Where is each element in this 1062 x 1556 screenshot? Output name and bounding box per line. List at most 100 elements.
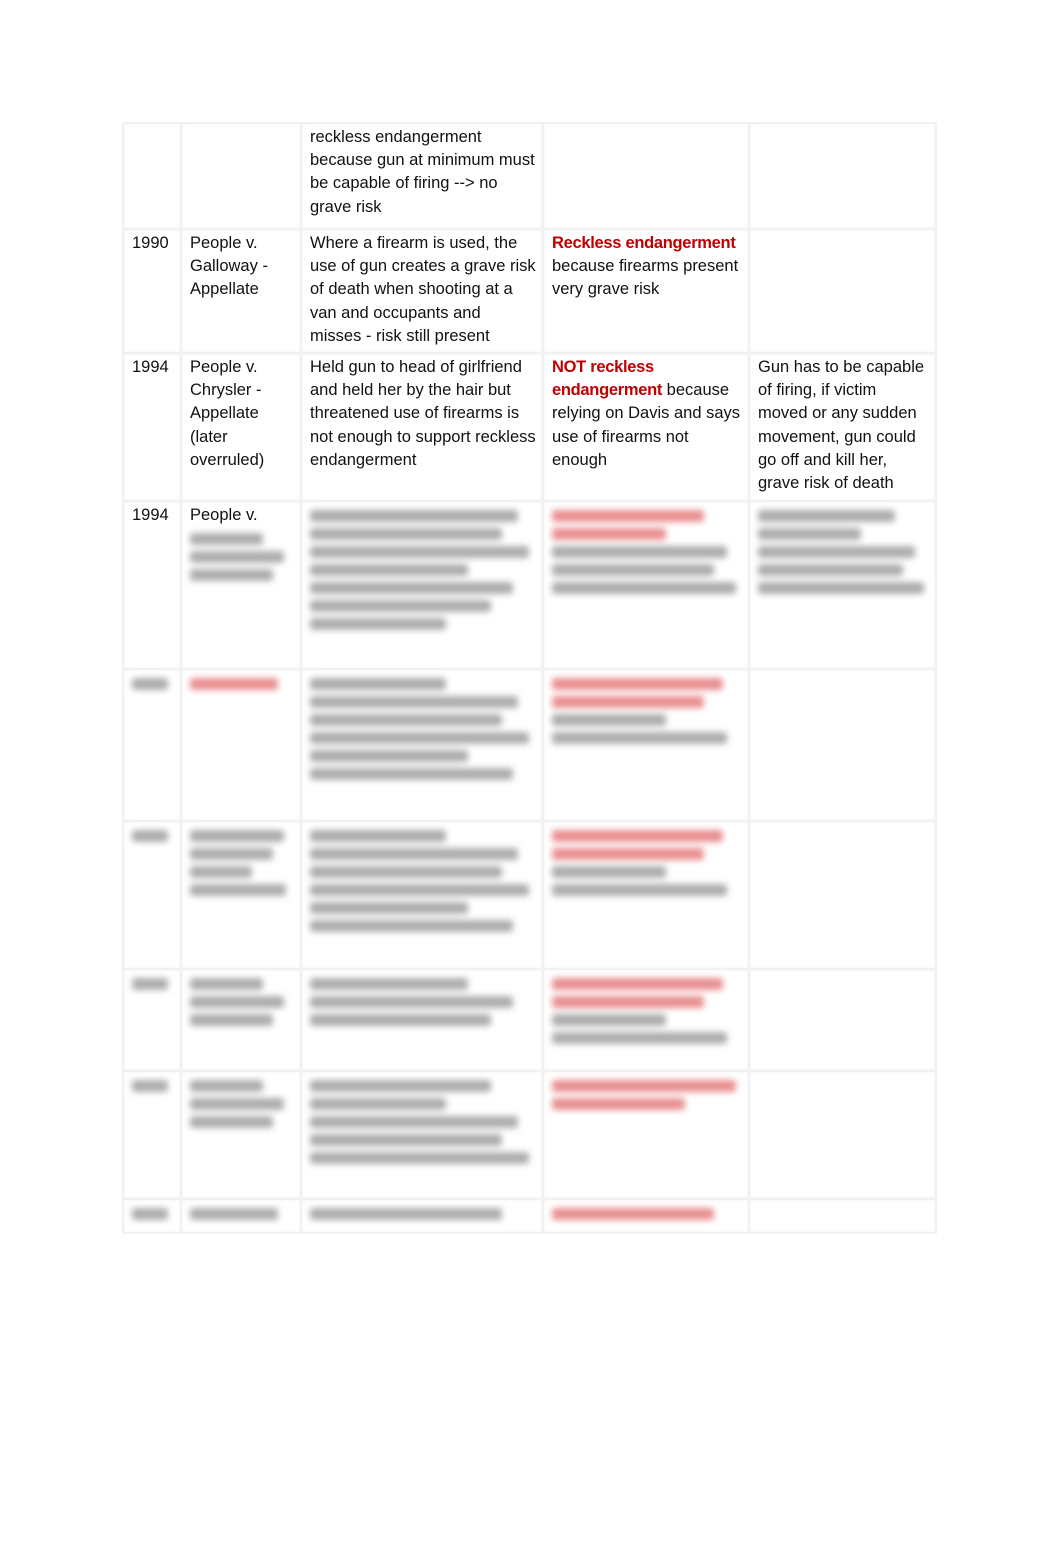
case-cell <box>180 1198 302 1235</box>
redacted-line <box>190 996 284 1009</box>
blurred-content <box>190 978 294 1027</box>
table-row <box>122 668 937 823</box>
facts-cell: reckless endangerment because gun at min… <box>300 122 544 230</box>
blurred-content <box>310 830 536 933</box>
notes-cell: Gun has to be capable of firing, if vict… <box>748 352 937 503</box>
blurred-content <box>132 978 174 991</box>
redacted-line <box>190 551 284 564</box>
case-cell <box>180 968 302 1073</box>
redacted-line <box>310 978 469 991</box>
redacted-line <box>190 1208 279 1221</box>
redacted-line <box>310 768 514 781</box>
holding-cell <box>542 820 750 971</box>
blurred-content <box>132 830 174 843</box>
table-row <box>122 820 937 971</box>
holding-cell: Reckless endangerment because firearms p… <box>542 227 750 355</box>
notes-cell <box>748 1070 937 1201</box>
redacted-line <box>310 528 503 541</box>
redacted-line <box>132 830 168 843</box>
redacted-line <box>190 533 263 546</box>
case-cell <box>180 668 302 823</box>
notes-cell <box>748 968 937 1073</box>
holding-cell <box>542 1198 750 1235</box>
case-table: reckless endangerment because gun at min… <box>122 122 937 1235</box>
facts-cell <box>300 820 544 971</box>
facts-cell <box>300 500 544 671</box>
blurred-content <box>552 678 742 745</box>
redacted-line <box>758 528 861 541</box>
blurred-content <box>552 510 742 595</box>
redacted-line <box>552 996 704 1009</box>
redacted-line <box>552 830 723 843</box>
redacted-line <box>310 1116 518 1129</box>
redacted-line <box>132 678 168 691</box>
blurred-content <box>758 510 929 595</box>
redacted-line <box>552 696 704 709</box>
facts-cell <box>300 1070 544 1201</box>
redacted-line <box>552 582 737 595</box>
holding-verdict: Reckless endangerment <box>552 234 736 252</box>
blurred-content <box>132 678 174 691</box>
year-cell <box>122 968 182 1073</box>
redacted-line <box>310 1134 503 1147</box>
blurred-content <box>190 1080 294 1129</box>
blurred-content <box>190 533 294 582</box>
redacted-line <box>190 1080 263 1093</box>
notes-cell <box>748 227 937 355</box>
redacted-line <box>310 866 503 879</box>
redacted-line <box>758 510 895 523</box>
redacted-line <box>132 1208 168 1221</box>
redacted-line <box>310 902 469 915</box>
holding-cell <box>542 500 750 671</box>
redacted-line <box>758 564 904 577</box>
redacted-line <box>310 678 446 691</box>
holding-reason: because firearms present very grave risk <box>552 257 739 299</box>
facts-cell <box>300 1198 544 1235</box>
year-cell <box>122 1198 182 1235</box>
redacted-line <box>552 714 666 727</box>
table-row <box>122 1070 937 1201</box>
redacted-line <box>310 546 530 559</box>
redacted-line <box>310 1152 530 1165</box>
redacted-line <box>190 678 279 691</box>
redacted-line <box>552 978 723 991</box>
blurred-content <box>552 978 742 1045</box>
redacted-line <box>552 1014 666 1027</box>
facts-cell <box>300 668 544 823</box>
table-row: 1994 People v. Chrysler - Appellate (lat… <box>122 352 937 503</box>
case-cell <box>180 820 302 971</box>
facts-cell: Held gun to head of girlfriend and held … <box>300 352 544 503</box>
case-name-visible: People v. <box>190 506 258 525</box>
notes-cell <box>748 1198 937 1235</box>
blurred-content <box>552 830 742 897</box>
notes-cell <box>748 820 937 971</box>
redacted-line <box>552 884 727 897</box>
redacted-line <box>132 1080 168 1093</box>
redacted-line <box>310 714 503 727</box>
redacted-line <box>190 848 274 861</box>
redacted-line <box>552 1080 737 1093</box>
blurred-content <box>552 1208 742 1221</box>
blurred-content <box>310 678 536 781</box>
blurred-content <box>310 1080 536 1165</box>
redacted-line <box>190 884 286 897</box>
redacted-line <box>758 582 924 595</box>
redacted-line <box>552 848 704 861</box>
holding-cell <box>542 122 750 230</box>
redacted-line <box>190 569 274 582</box>
facts-cell: Where a firearm is used, the use of gun … <box>300 227 544 355</box>
table-row <box>122 1198 937 1235</box>
redacted-line <box>310 996 514 1009</box>
year-cell <box>122 668 182 823</box>
blurred-content <box>190 1208 294 1221</box>
redacted-line <box>190 830 284 843</box>
redacted-line <box>310 848 518 861</box>
redacted-line <box>310 1208 503 1221</box>
notes-cell <box>748 122 937 230</box>
redacted-line <box>310 732 530 745</box>
redacted-line <box>310 884 530 897</box>
redacted-line <box>552 546 727 559</box>
redacted-line <box>552 1208 714 1221</box>
redacted-line <box>310 1098 446 1111</box>
redacted-line <box>552 678 723 691</box>
